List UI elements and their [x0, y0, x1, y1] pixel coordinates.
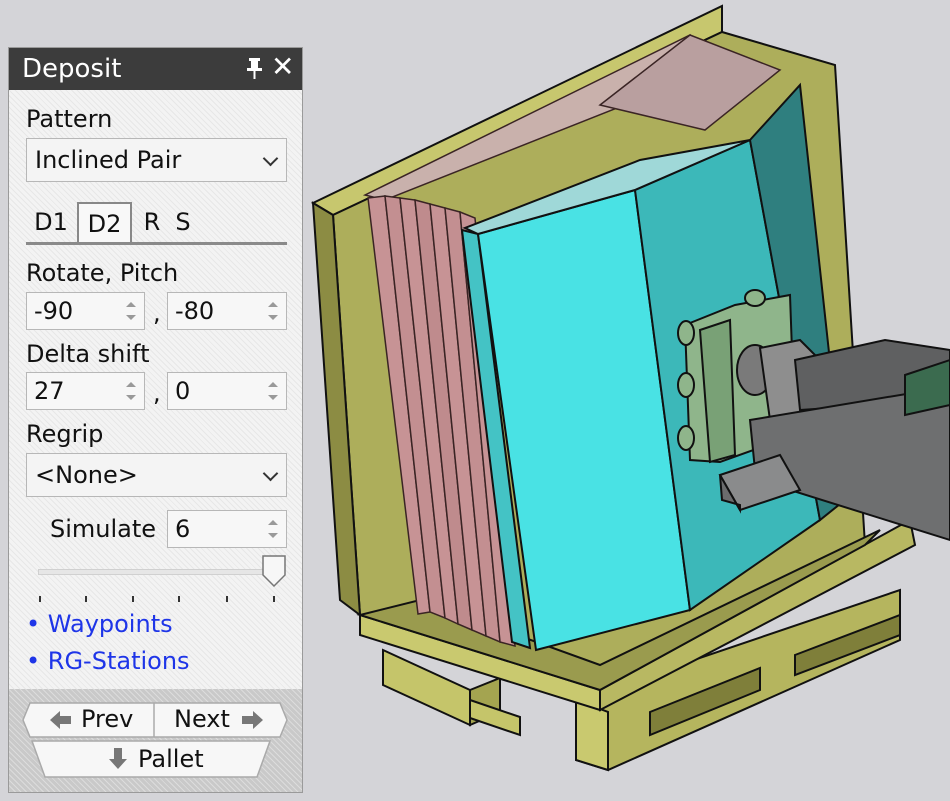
slider-tick — [85, 596, 87, 602]
arrow-down-icon — [109, 748, 127, 769]
tab-r[interactable]: R — [138, 202, 166, 242]
waypoints-link[interactable]: • Waypoints — [26, 610, 173, 638]
spin-down-icon[interactable] — [126, 395, 136, 400]
spin-up-icon[interactable] — [268, 520, 278, 525]
tab-d2[interactable]: D2 — [77, 202, 132, 242]
delta-shift-label: Delta shift — [26, 340, 150, 368]
spin-down-icon[interactable] — [268, 395, 278, 400]
pitch-input[interactable]: -80 — [167, 292, 287, 330]
slider-tick — [226, 596, 228, 602]
chevron-down-icon — [262, 465, 279, 482]
slider-tick — [132, 596, 134, 602]
deposit-panel: Deposit ✕ Pattern Inclined Pair D1 D2 R … — [8, 47, 303, 793]
spin-up-icon[interactable] — [126, 382, 136, 387]
tab-s[interactable]: S — [168, 202, 198, 242]
next-label: Next — [174, 705, 230, 733]
close-icon[interactable]: ✕ — [271, 50, 294, 84]
rotate-value: -90 — [34, 297, 74, 325]
spin-up-icon[interactable] — [268, 302, 278, 307]
pattern-dropdown[interactable]: Inclined Pair — [26, 138, 287, 182]
simulate-label: Simulate — [50, 515, 157, 543]
rg-stations-link[interactable]: • RG-Stations — [26, 647, 190, 675]
slider-tick — [273, 596, 275, 602]
rotate-pitch-label: Rotate, Pitch — [26, 259, 179, 287]
chevron-down-icon — [262, 150, 279, 167]
comma-separator: , — [153, 379, 161, 407]
panel-title: Deposit — [22, 54, 122, 84]
spin-down-icon[interactable] — [268, 315, 278, 320]
panel-titlebar: Deposit ✕ — [9, 48, 302, 90]
spin-down-icon[interactable] — [126, 315, 136, 320]
arrow-right-icon — [242, 711, 263, 729]
simulate-slider-thumb[interactable] — [262, 555, 286, 587]
spin-up-icon[interactable] — [268, 382, 278, 387]
pitch-value: -80 — [175, 297, 215, 325]
delta-x-value: 27 — [34, 377, 65, 405]
spin-up-icon[interactable] — [126, 302, 136, 307]
regrip-value: <None> — [35, 461, 138, 489]
pin-icon[interactable] — [245, 56, 265, 80]
delta-x-input[interactable]: 27 — [26, 372, 145, 410]
simulate-slider-track[interactable] — [38, 569, 276, 575]
spin-down-icon[interactable] — [268, 533, 278, 538]
tab-d1[interactable]: D1 — [26, 202, 76, 242]
regrip-label: Regrip — [26, 420, 104, 448]
tab-underline — [26, 242, 287, 245]
navigation-area: Prev Next Pallet — [9, 689, 302, 792]
comma-separator: , — [153, 299, 161, 327]
rotate-input[interactable]: -90 — [26, 292, 145, 330]
delta-y-input[interactable]: 0 — [167, 372, 287, 410]
simulate-value: 6 — [175, 515, 191, 543]
arrow-left-icon — [50, 711, 71, 729]
prev-label: Prev — [81, 705, 134, 733]
regrip-dropdown[interactable]: <None> — [26, 453, 287, 497]
slider-tick — [39, 596, 41, 602]
tab-bar: D1 D2 R S — [26, 202, 287, 246]
simulate-input[interactable]: 6 — [167, 510, 287, 548]
pattern-label: Pattern — [26, 105, 113, 133]
delta-y-value: 0 — [175, 377, 191, 405]
pallet-label: Pallet — [138, 745, 204, 773]
slider-tick — [178, 596, 180, 602]
pattern-value: Inclined Pair — [35, 146, 182, 174]
